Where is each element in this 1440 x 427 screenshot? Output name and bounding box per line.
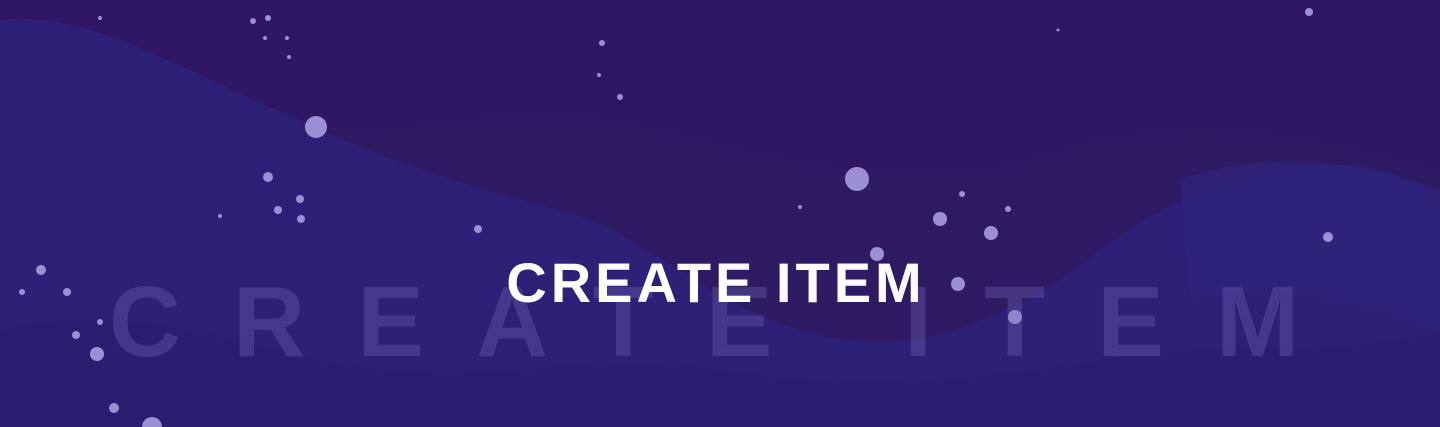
dot: [109, 403, 119, 413]
dot: [250, 18, 256, 24]
dot: [297, 215, 305, 223]
dot: [984, 226, 998, 240]
dot: [98, 16, 102, 20]
dot: [597, 73, 601, 77]
dot: [599, 40, 605, 46]
dot: [263, 172, 273, 182]
dot: [263, 36, 267, 40]
page-title: CREATE ITEM: [506, 251, 926, 314]
dot: [287, 55, 291, 59]
dot: [274, 206, 282, 214]
dot: [798, 205, 802, 209]
dot: [296, 195, 304, 203]
dot: [617, 94, 623, 100]
dot: [474, 225, 482, 233]
dot: [305, 116, 327, 138]
dot: [845, 167, 869, 191]
page-banner: CREATE ITEM CREATE ITEM: [0, 0, 1440, 427]
dot: [1323, 232, 1333, 242]
dot: [959, 191, 965, 197]
dot: [265, 15, 271, 21]
dot: [1305, 8, 1313, 16]
dot: [218, 214, 222, 218]
dot: [933, 212, 947, 226]
dot: [285, 36, 289, 40]
dot: [1005, 206, 1011, 212]
dot: [1056, 28, 1060, 32]
